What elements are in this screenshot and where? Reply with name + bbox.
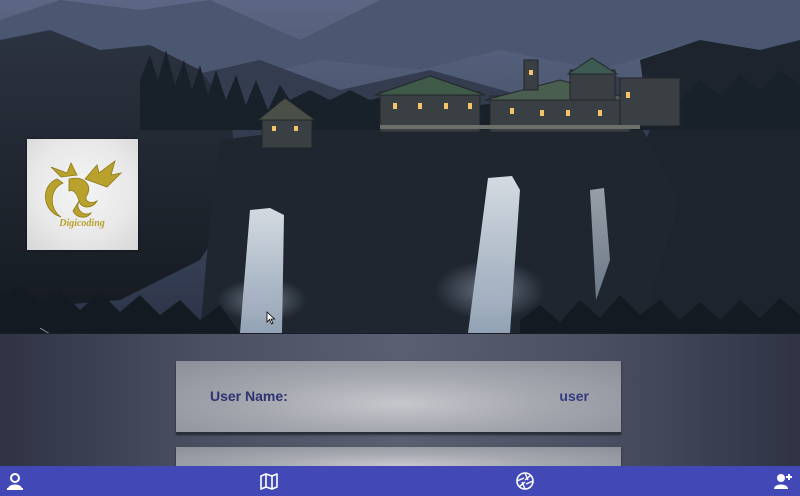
app-logo: Digicoding	[27, 139, 138, 250]
nav-camera-button[interactable]	[515, 471, 535, 491]
logo-text: Digicoding	[58, 218, 105, 229]
user-icon	[7, 473, 23, 490]
username-input[interactable]	[429, 385, 589, 407]
nav-login-button[interactable]	[5, 471, 25, 491]
camera-aperture-icon	[516, 472, 534, 490]
username-field-card: User Name:	[176, 361, 621, 434]
add-user-icon	[774, 474, 792, 489]
nav-map-button[interactable]	[259, 471, 279, 491]
map-icon	[260, 473, 278, 490]
app-root: Digicoding User Name:	[0, 0, 800, 496]
bottom-nav-bar	[0, 466, 800, 496]
mouse-cursor-icon	[266, 311, 276, 330]
nav-register-button[interactable]	[773, 471, 793, 491]
login-panel: User Name:	[0, 333, 800, 477]
username-label: User Name:	[210, 388, 288, 404]
dragon-logo-icon: Digicoding	[45, 159, 123, 229]
